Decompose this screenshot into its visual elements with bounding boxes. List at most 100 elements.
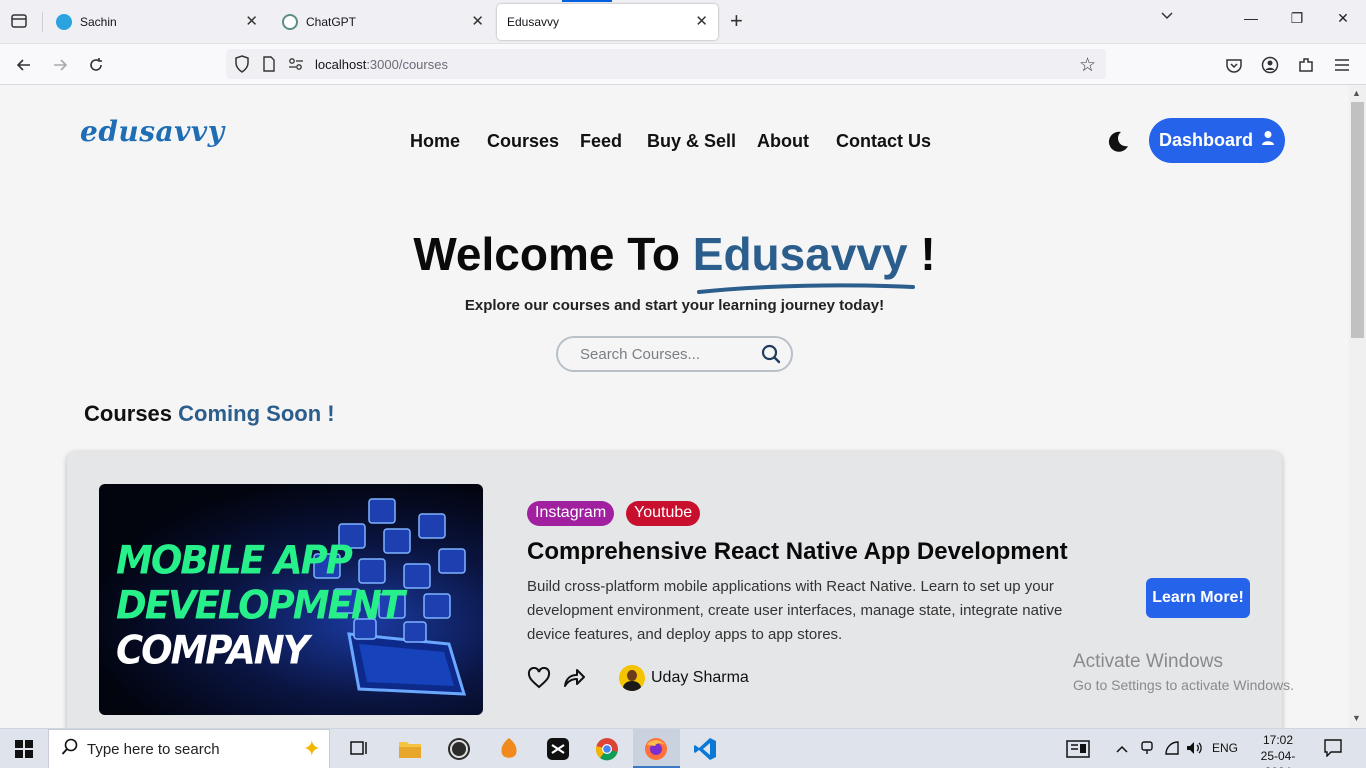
nav-courses[interactable]: Courses — [487, 131, 559, 152]
course-description: Build cross-platform mobile applications… — [527, 578, 1063, 643]
search-icon — [61, 738, 79, 761]
tab-edusavvy[interactable]: Edusavvy ✕ — [497, 4, 718, 40]
minimize-icon[interactable]: — — [1236, 10, 1266, 26]
wifi-icon[interactable] — [1164, 741, 1180, 760]
dark-mode-moon-icon[interactable] — [1106, 130, 1130, 159]
heart-icon[interactable] — [527, 666, 551, 694]
author-name: Uday Sharma — [651, 669, 749, 686]
obs-icon[interactable] — [445, 735, 473, 763]
windows-taskbar: Type here to search ✦ ENG 17:02 25-04- — [0, 728, 1366, 768]
search-icon[interactable] — [761, 344, 781, 369]
dashboard-label: Dashboard — [1158, 130, 1254, 150]
nav-feed[interactable]: Feed — [580, 131, 622, 152]
notifications-icon[interactable] — [1324, 739, 1342, 762]
course-title[interactable]: Comprehensive React Native App Developme… — [527, 538, 1068, 566]
url-path: :3000/courses — [366, 57, 448, 72]
browser-toolbar: localhost:3000/courses ☆ — [0, 44, 1366, 85]
tag-youtube[interactable]: Youtube — [626, 501, 701, 526]
close-icon[interactable]: ✕ — [471, 13, 484, 31]
course-thumbnail[interactable]: MOBILE APP DEVELOPMENT COMPANY — [99, 484, 483, 715]
course-author[interactable]: Uday Sharma — [619, 665, 749, 691]
volume-icon[interactable] — [1186, 741, 1204, 760]
bookmark-star-icon[interactable]: ☆ — [1079, 54, 1096, 77]
back-icon[interactable] — [13, 54, 35, 76]
new-tab-icon[interactable]: + — [730, 10, 743, 32]
account-icon[interactable] — [1259, 54, 1281, 76]
telegram-icon — [56, 14, 72, 30]
nav-buy-sell[interactable]: Buy & Sell — [647, 131, 736, 152]
close-icon[interactable]: ✕ — [245, 13, 258, 31]
chrome-icon[interactable] — [593, 735, 621, 763]
tab-sachin[interactable]: Sachin ✕ — [46, 4, 268, 40]
hero-title: Welcome To Edusavvy ! — [0, 227, 1349, 281]
course-search — [556, 336, 793, 372]
hidden-icons-chevron-icon[interactable] — [1115, 741, 1129, 759]
language-indicator[interactable]: ENG — [1212, 741, 1238, 755]
activate-windows-watermark: Activate Windows Go to Settings to activ… — [1073, 651, 1294, 693]
section-title-main: Courses — [84, 401, 173, 426]
dashboard-button[interactable]: Dashboard — [1149, 118, 1285, 163]
avatar — [619, 665, 645, 691]
tab-title: Sachin — [80, 15, 117, 29]
hero-welcome: Welcome To — [413, 228, 680, 280]
task-view-icon[interactable] — [346, 735, 374, 763]
url-host: localhost — [315, 57, 367, 72]
nav-home[interactable]: Home — [410, 131, 460, 152]
tab-title: ChatGPT — [306, 15, 357, 29]
tag-instagram[interactable]: Instagram — [527, 501, 615, 526]
windows-start-icon[interactable] — [10, 735, 38, 763]
file-explorer-icon[interactable] — [396, 735, 424, 763]
section-title: Courses Coming Soon ! — [84, 401, 335, 427]
taskbar-search[interactable]: Type here to search ✦ — [48, 729, 330, 768]
tab-chatgpt[interactable]: ChatGPT ✕ — [272, 4, 494, 40]
learn-more-button[interactable]: Learn More! — [1146, 578, 1250, 618]
page-content: edusavvy Home Courses Feed Buy & Sell Ab… — [0, 85, 1349, 728]
nav-about[interactable]: About — [757, 131, 809, 152]
scroll-up-icon[interactable]: ▲ — [1352, 88, 1361, 98]
sparkle-icon: ✦ — [302, 736, 321, 761]
thumbnail-line-2: DEVELOPMENT — [116, 582, 405, 629]
url-text[interactable]: localhost:3000/courses — [315, 57, 448, 72]
nav-contact[interactable]: Contact Us — [836, 131, 931, 152]
page-scrollbar[interactable]: ▲ ▼ — [1349, 85, 1366, 728]
meet-now-icon[interactable] — [1140, 740, 1154, 761]
address-bar[interactable]: localhost:3000/courses ☆ — [226, 49, 1106, 79]
brand-underline — [697, 283, 915, 294]
page-icon[interactable] — [262, 56, 276, 77]
news-widget-icon[interactable] — [1064, 735, 1092, 763]
extensions-icon[interactable] — [1295, 54, 1317, 76]
vscode-icon[interactable] — [691, 735, 719, 763]
share-icon[interactable] — [563, 668, 585, 693]
hero-exclaim: ! — [920, 228, 936, 280]
site-logo[interactable]: edusavvy — [80, 115, 224, 148]
shield-icon[interactable] — [234, 55, 250, 78]
tab-list-icon[interactable] — [10, 12, 30, 32]
section-title-accent: Coming Soon ! — [178, 401, 335, 426]
forward-icon[interactable] — [49, 54, 71, 76]
permissions-icon[interactable] — [288, 57, 304, 76]
menu-icon[interactable] — [1331, 54, 1353, 76]
search-input[interactable] — [580, 344, 750, 364]
browser-tab-strip: Sachin ✕ ChatGPT ✕ Edusavvy ✕ + — ❐ ✕ — [0, 0, 1366, 44]
close-icon[interactable]: ✕ — [695, 13, 708, 31]
taskbar-search-placeholder: Type here to search — [87, 740, 220, 758]
clock[interactable]: 17:02 25-04-2024 — [1248, 732, 1308, 768]
scrollbar-thumb[interactable] — [1351, 102, 1364, 338]
scroll-down-icon[interactable]: ▼ — [1352, 713, 1361, 723]
clock-date: 25-04-2024 — [1260, 749, 1296, 768]
pocket-icon[interactable] — [1223, 54, 1245, 76]
capcut-icon[interactable] — [544, 735, 572, 763]
window-close-icon[interactable]: ✕ — [1328, 10, 1358, 27]
firefox-icon[interactable] — [642, 735, 670, 763]
chatgpt-icon — [282, 14, 298, 30]
tab-title: Edusavvy — [507, 15, 560, 29]
hero-brand: Edusavvy — [692, 228, 908, 280]
watermark-line-2: Go to Settings to activate Windows. — [1073, 677, 1294, 693]
fl-studio-icon[interactable] — [495, 735, 523, 763]
clock-time: 17:02 — [1262, 733, 1294, 747]
user-icon — [1261, 130, 1275, 151]
restore-icon[interactable]: ❐ — [1282, 10, 1312, 27]
reload-icon[interactable] — [85, 54, 107, 76]
thumbnail-line-3: COMPANY — [116, 627, 310, 674]
list-all-tabs-icon[interactable] — [1152, 8, 1182, 25]
